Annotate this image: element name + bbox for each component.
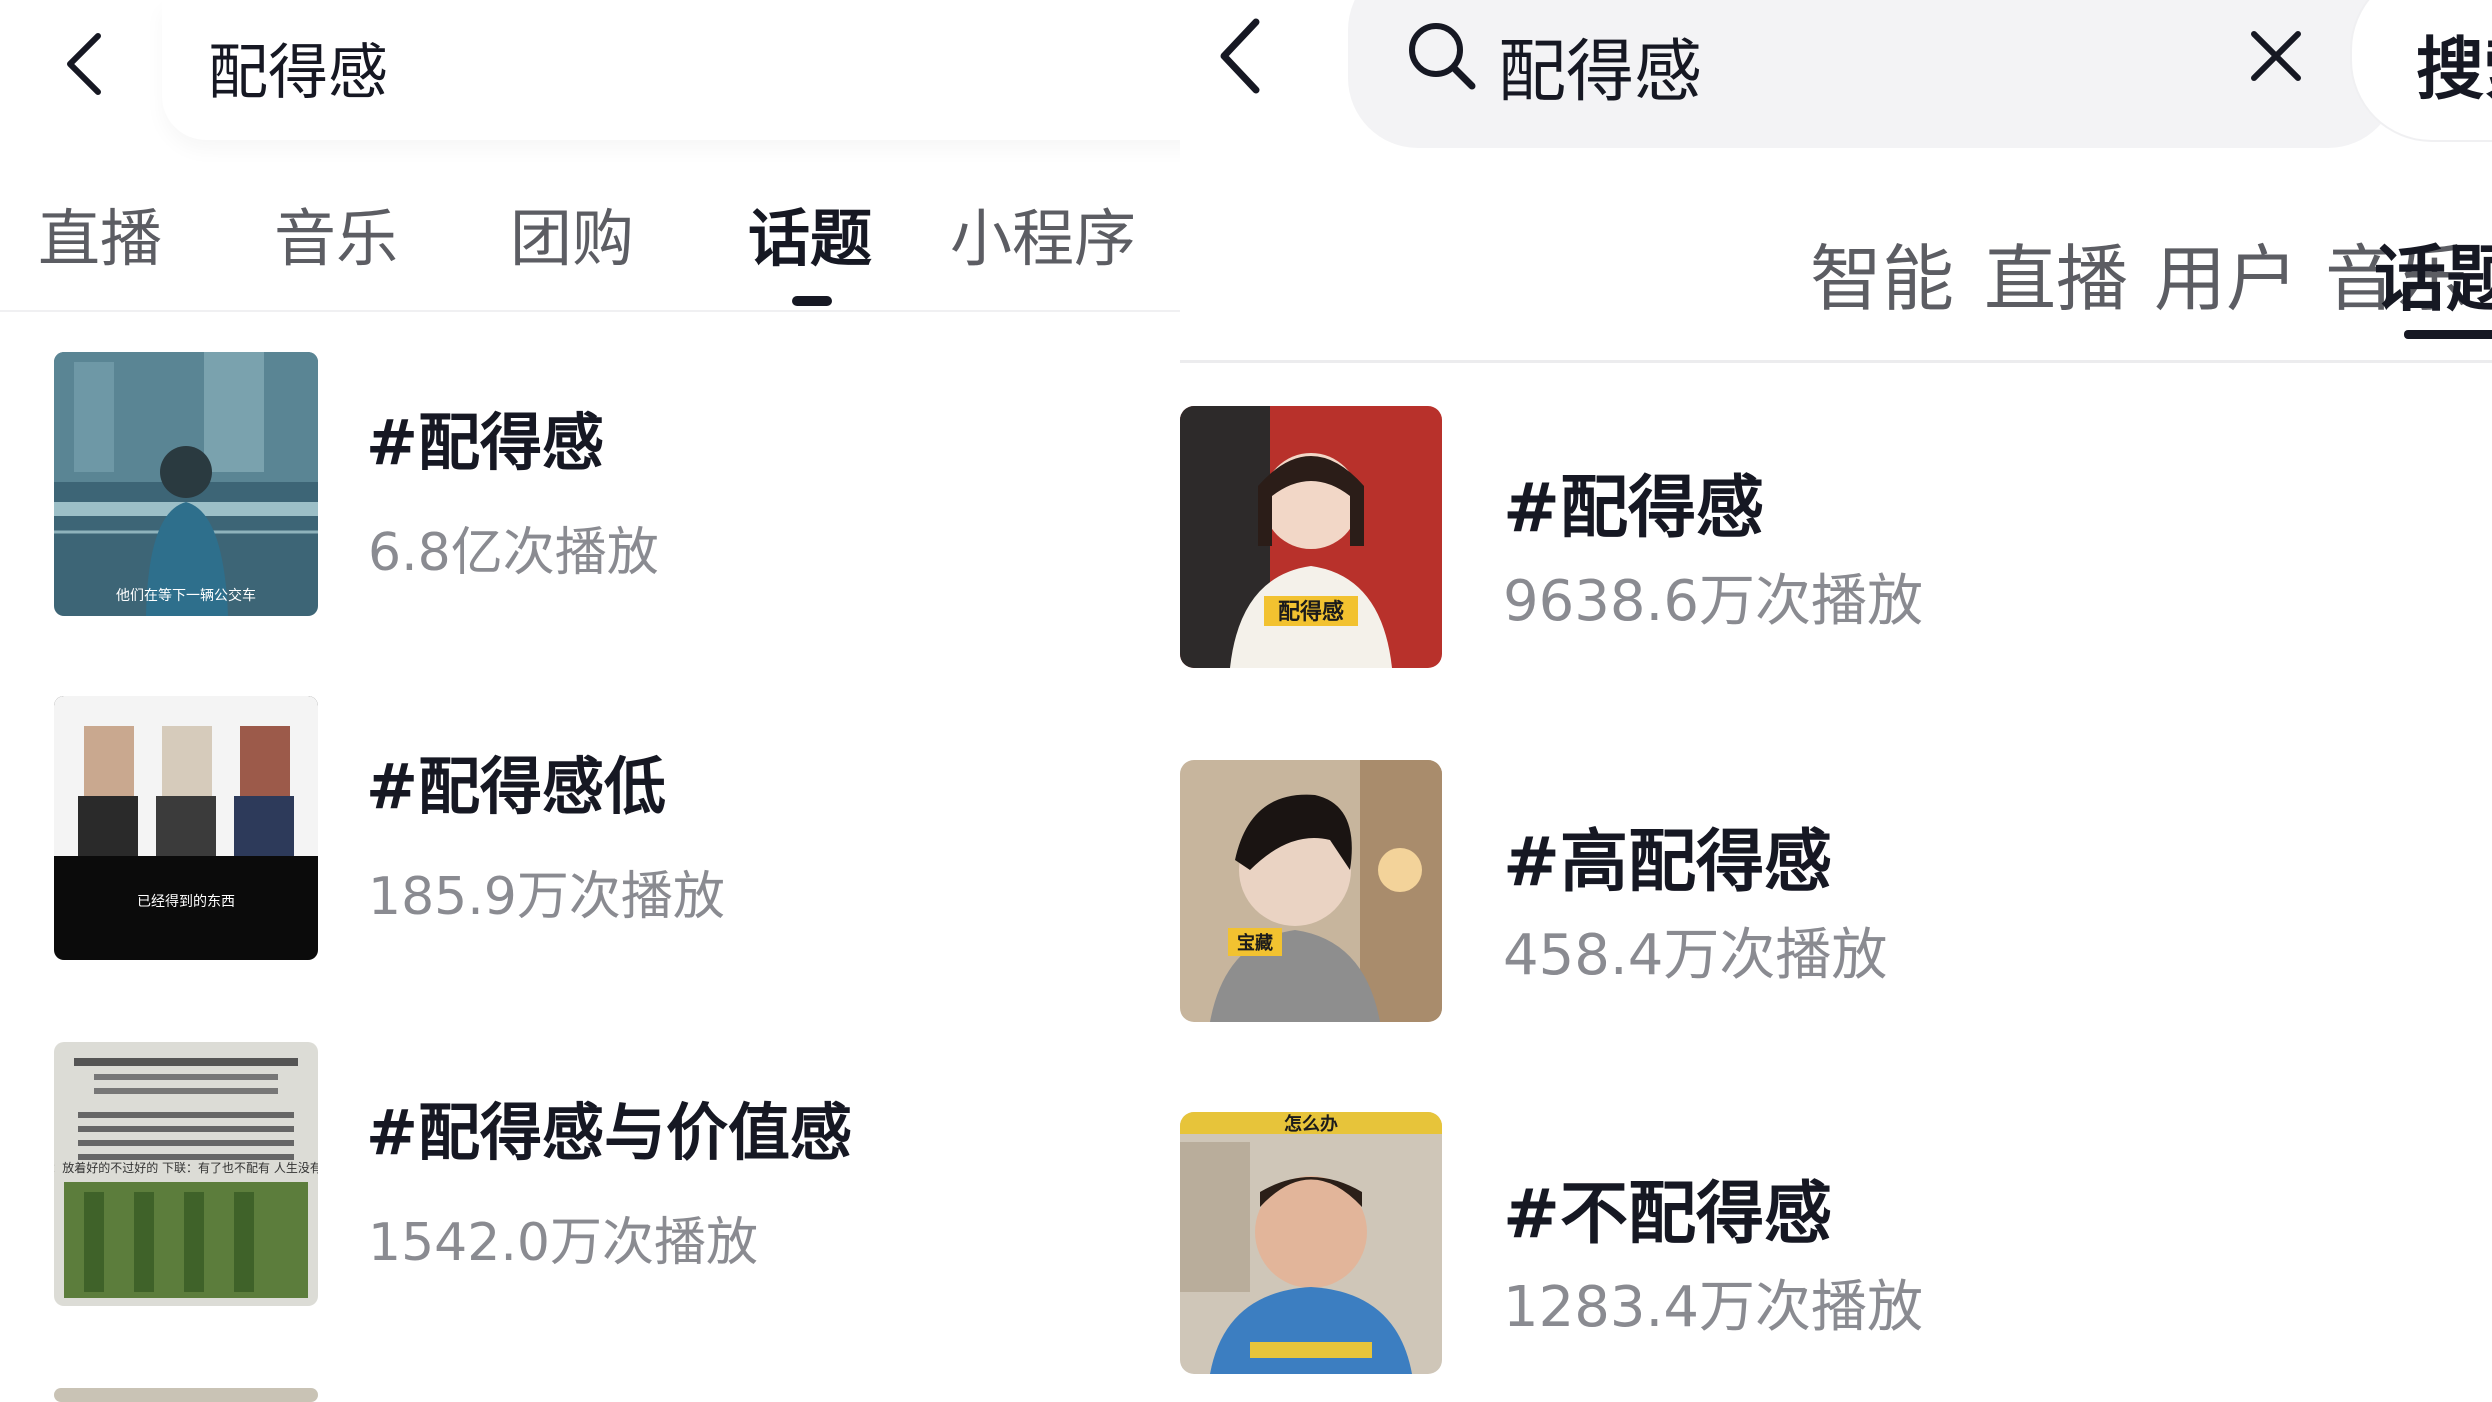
topic-thumbnail: 怎么办 xyxy=(1180,1112,1442,1374)
play-count: 1542.0万次播放 xyxy=(368,1213,758,1273)
topic-thumbnail: 配得感 xyxy=(1180,406,1442,668)
tab-topic[interactable]: 话题 xyxy=(748,188,872,278)
topic-result-item[interactable]: 配得感 #配得感 9638.6万次播放 xyxy=(1180,406,2492,668)
active-tab-indicator xyxy=(2404,330,2492,339)
result-tabs: 直播 音乐 团购 话题 小程序 xyxy=(0,178,1230,312)
topic-result-item-partial[interactable] xyxy=(54,1388,1194,1402)
topic-thumbnail: 宝藏 xyxy=(1180,760,1442,1022)
left-search-screen: 配得感 直播 音乐 团购 话题 小程序 他们在等下一辆公交车 #配得感 6.8亿… xyxy=(0,0,1230,1402)
topic-title: #不配得感 xyxy=(1503,1175,1832,1254)
search-button-label: 搜索 xyxy=(2416,31,2492,110)
active-tab-indicator xyxy=(792,296,832,306)
play-count: 1283.4万次播放 xyxy=(1503,1275,1923,1340)
play-count: 9638.6万次播放 xyxy=(1503,569,1923,634)
topic-result-item[interactable]: 已经得到的东西 #配得感低 185.9万次播放 xyxy=(54,696,1194,960)
topic-title: #配得感 xyxy=(1503,469,1764,548)
back-arrow-icon[interactable] xyxy=(58,28,118,100)
topic-result-item[interactable]: 宝藏 #高配得感 458.4万次播放 xyxy=(1180,760,2492,1022)
topic-result-item[interactable]: 上联：放着好的不过好的 下联：有了也不配有 人生没有如果 #配得感与价值感 15… xyxy=(54,1042,1194,1306)
topic-title: #高配得感 xyxy=(1503,823,1832,902)
topic-thumbnail: 上联：放着好的不过好的 下联：有了也不配有 人生没有如果 xyxy=(54,1042,318,1306)
thumb-caption: 上联：放着好的不过好的 下联：有了也不配有 人生没有如果 xyxy=(54,1160,318,1175)
tab-live[interactable]: 直播 xyxy=(38,188,162,278)
tab-topic[interactable]: 话题 xyxy=(2374,220,2492,325)
thumb-caption: 已经得到的东西 xyxy=(137,893,235,910)
thumb-caption: 配得感 xyxy=(1278,599,1344,625)
search-icon xyxy=(1402,16,1482,96)
clear-icon[interactable] xyxy=(2244,24,2308,88)
topic-title: #配得感 xyxy=(366,406,604,479)
back-arrow-icon[interactable] xyxy=(1212,14,1272,98)
search-input[interactable]: 配得感 xyxy=(208,24,388,111)
thumb-caption: 宝藏 xyxy=(1237,932,1273,954)
topic-result-item[interactable]: 怎么办 #不配得感 1283.4万次播放 xyxy=(1180,1112,2492,1374)
tab-users[interactable]: 用户 xyxy=(2154,220,2298,325)
search-input[interactable]: 配得感 xyxy=(1498,16,1702,115)
thumb-caption: 怎么办 xyxy=(1284,1113,1338,1135)
tab-music[interactable]: 音乐 xyxy=(274,188,398,278)
topic-result-item[interactable]: 他们在等下一辆公交车 #配得感 6.8亿次播放 xyxy=(54,352,1194,616)
search-bar[interactable]: 配得感 xyxy=(162,0,1230,140)
tab-group-buy[interactable]: 团购 xyxy=(510,188,634,278)
thumb-caption: 他们在等下一辆公交车 xyxy=(116,587,256,604)
play-count: 6.8亿次播放 xyxy=(368,523,659,583)
topic-thumbnail: 已经得到的东西 xyxy=(54,696,318,960)
tab-live[interactable]: 直播 xyxy=(1984,220,2128,325)
tab-smart[interactable]: 智能 xyxy=(1810,220,1954,325)
topic-title: #配得感低 xyxy=(366,750,666,823)
result-tabs: 智能 直播 用户 音乐 话题 xyxy=(1180,190,2492,363)
tab-mini-program[interactable]: 小程序 xyxy=(950,188,1136,278)
topic-thumbnail xyxy=(54,1388,318,1402)
right-search-screen: 配得感 搜索 智能 直播 用户 音乐 话题 配得感 #配得感 xyxy=(1180,0,2492,1402)
topic-title: #配得感与价值感 xyxy=(366,1096,852,1169)
topic-thumbnail: 他们在等下一辆公交车 xyxy=(54,352,318,616)
play-count: 185.9万次播放 xyxy=(368,867,725,927)
play-count: 458.4万次播放 xyxy=(1503,923,1888,988)
